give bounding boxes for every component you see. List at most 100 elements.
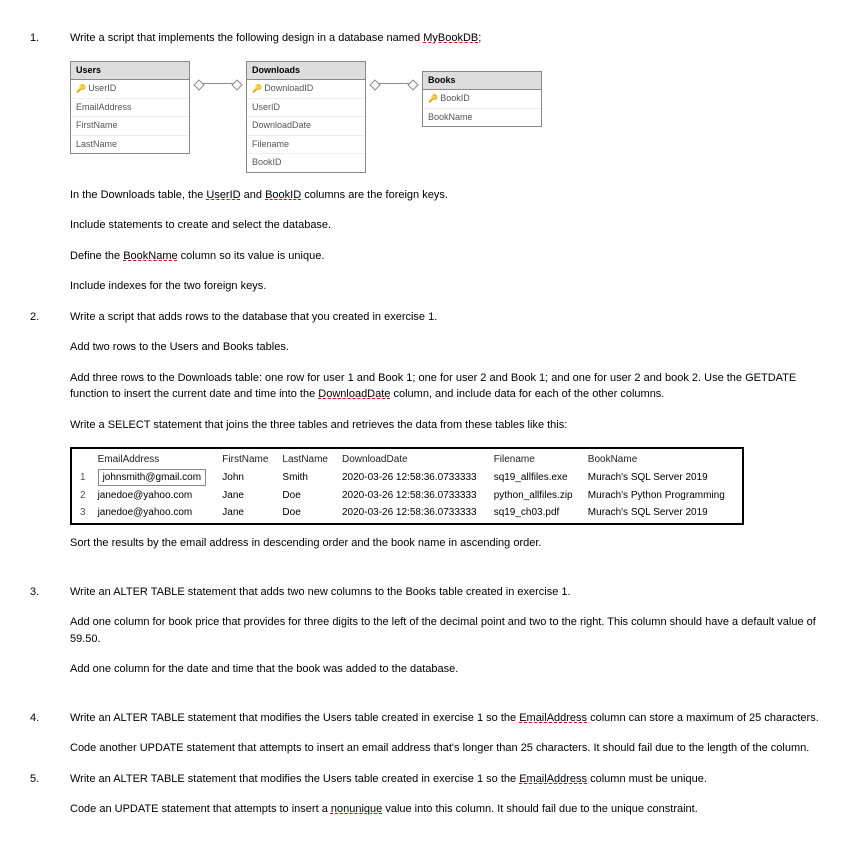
paragraph: Write an ALTER TABLE statement that modi…	[70, 771, 819, 788]
table-header: DownloadDate	[338, 451, 490, 468]
table-cell: 1	[76, 468, 94, 487]
db-name: MyBookDB	[423, 32, 478, 44]
table-header-row: EmailAddress FirstName LastName Download…	[76, 451, 738, 468]
entity-downloads: Downloads DownloadID UserID DownloadDate…	[246, 61, 366, 173]
paragraph: Write a SELECT statement that joins the …	[70, 417, 819, 434]
text: column so its value is unique.	[178, 250, 325, 262]
entity-col: FirstName	[71, 117, 189, 136]
entity-col: BookID	[247, 154, 365, 172]
text: Define the	[70, 250, 123, 262]
table-cell: Jane	[218, 487, 278, 504]
table-cell: Murach's SQL Server 2019	[584, 504, 738, 521]
paragraph: Code another UPDATE statement that attem…	[70, 740, 819, 757]
paragraph: In the Downloads table, the UserID and B…	[70, 187, 819, 204]
entity-users: Users UserID EmailAddress FirstName Last…	[70, 61, 190, 155]
paragraph: Sort the results by the email address in…	[70, 535, 819, 552]
table-header	[76, 451, 94, 468]
text: In the Downloads table, the	[70, 189, 206, 201]
paragraph: Add three rows to the Downloads table: o…	[70, 370, 819, 403]
text: and	[241, 189, 265, 201]
table-cell: 3	[76, 504, 94, 521]
table-cell: Murach's SQL Server 2019	[584, 468, 738, 487]
question-3: 3. Write an ALTER TABLE statement that a…	[30, 584, 819, 692]
text: value into this column. It should fail d…	[382, 803, 698, 815]
paragraph: Write a script that implements the follo…	[70, 30, 819, 47]
table-row: 1 johnsmith@gmail.com John Smith 2020-03…	[76, 468, 738, 487]
entity-col: Filename	[247, 136, 365, 155]
paragraph: Add two rows to the Users and Books tabl…	[70, 339, 819, 356]
table-cell: sq19_ch03.pdf	[490, 504, 584, 521]
table-cell: Doe	[278, 504, 338, 521]
question-number: 5.	[30, 771, 70, 832]
table-cell: sq19_allfiles.exe	[490, 468, 584, 487]
entity-col: LastName	[71, 136, 189, 154]
question-number: 1.	[30, 30, 70, 309]
table-row: 3 janedoe@yahoo.com Jane Doe 2020-03-26 …	[76, 504, 738, 521]
table-cell: Jane	[218, 504, 278, 521]
text: Write an ALTER TABLE statement that modi…	[70, 773, 519, 785]
text: columns are the foreign keys.	[301, 189, 448, 201]
paragraph: Include indexes for the two foreign keys…	[70, 278, 819, 295]
relationship-line	[374, 83, 414, 95]
entity-col: DownloadID	[247, 80, 365, 99]
term: nonunique	[331, 803, 382, 815]
paragraph: Include statements to create and select …	[70, 217, 819, 234]
paragraph: Code an UPDATE statement that attempts t…	[70, 801, 819, 818]
text: column can store a maximum of 25 charact…	[587, 712, 819, 724]
question-body: Write a script that adds rows to the dat…	[70, 309, 819, 566]
table-cell: John	[218, 468, 278, 487]
selected-cell: johnsmith@gmail.com	[98, 469, 207, 486]
question-body: Write an ALTER TABLE statement that modi…	[70, 771, 819, 832]
entity-col: UserID	[247, 99, 365, 118]
entity-col: EmailAddress	[71, 99, 189, 118]
table-cell: 2020-03-26 12:58:36.0733333	[338, 504, 490, 521]
question-2: 2. Write a script that adds rows to the …	[30, 309, 819, 566]
text: column, and include data for each of the…	[390, 388, 664, 400]
paragraph: Write an ALTER TABLE statement that adds…	[70, 584, 819, 601]
question-1: 1. Write a script that implements the fo…	[30, 30, 819, 309]
paragraph: Write an ALTER TABLE statement that modi…	[70, 710, 819, 727]
table-row: 2 janedoe@yahoo.com Jane Doe 2020-03-26 …	[76, 487, 738, 504]
question-number: 3.	[30, 584, 70, 692]
text: Code an UPDATE statement that attempts t…	[70, 803, 331, 815]
table-cell: Doe	[278, 487, 338, 504]
entity-books: Books BookID BookName	[422, 71, 542, 128]
question-number: 4.	[30, 710, 70, 771]
table-cell: johnsmith@gmail.com	[94, 468, 219, 487]
entity-col: BookID	[423, 90, 541, 109]
table-header: Filename	[490, 451, 584, 468]
text: Write a script that implements the follo…	[70, 32, 423, 44]
entity-col: DownloadDate	[247, 117, 365, 136]
paragraph: Add one column for book price that provi…	[70, 614, 819, 647]
paragraph: Define the BookName column so its value …	[70, 248, 819, 265]
question-body: Write a script that implements the follo…	[70, 30, 819, 309]
entity-title: Users	[71, 62, 189, 81]
table-header: LastName	[278, 451, 338, 468]
entity-title: Books	[423, 72, 541, 91]
table-header: FirstName	[218, 451, 278, 468]
paragraph: Write a script that adds rows to the dat…	[70, 309, 819, 326]
table-cell: 2020-03-26 12:58:36.0733333	[338, 468, 490, 487]
results-table-wrapper: EmailAddress FirstName LastName Download…	[70, 447, 744, 525]
question-5: 5. Write an ALTER TABLE statement that m…	[30, 771, 819, 832]
table-cell: Smith	[278, 468, 338, 487]
col-name: DownloadDate	[318, 388, 390, 400]
er-diagram: Users UserID EmailAddress FirstName Last…	[70, 61, 819, 173]
col-name: EmailAddress	[519, 773, 587, 785]
table-cell: python_allfiles.zip	[490, 487, 584, 504]
col-name: BookName	[123, 250, 177, 262]
col-name: BookID	[265, 189, 301, 201]
question-number: 2.	[30, 309, 70, 566]
table-cell: janedoe@yahoo.com	[94, 504, 219, 521]
paragraph: Add one column for the date and time tha…	[70, 661, 819, 678]
results-table: EmailAddress FirstName LastName Download…	[76, 451, 738, 521]
table-cell: janedoe@yahoo.com	[94, 487, 219, 504]
entity-col: UserID	[71, 80, 189, 99]
entity-title: Downloads	[247, 62, 365, 81]
text: ;	[478, 32, 481, 44]
col-name: UserID	[206, 189, 240, 201]
table-cell: 2020-03-26 12:58:36.0733333	[338, 487, 490, 504]
table-cell: Murach's Python Programming	[584, 487, 738, 504]
relationship-line	[198, 83, 238, 95]
text: column must be unique.	[587, 773, 707, 785]
